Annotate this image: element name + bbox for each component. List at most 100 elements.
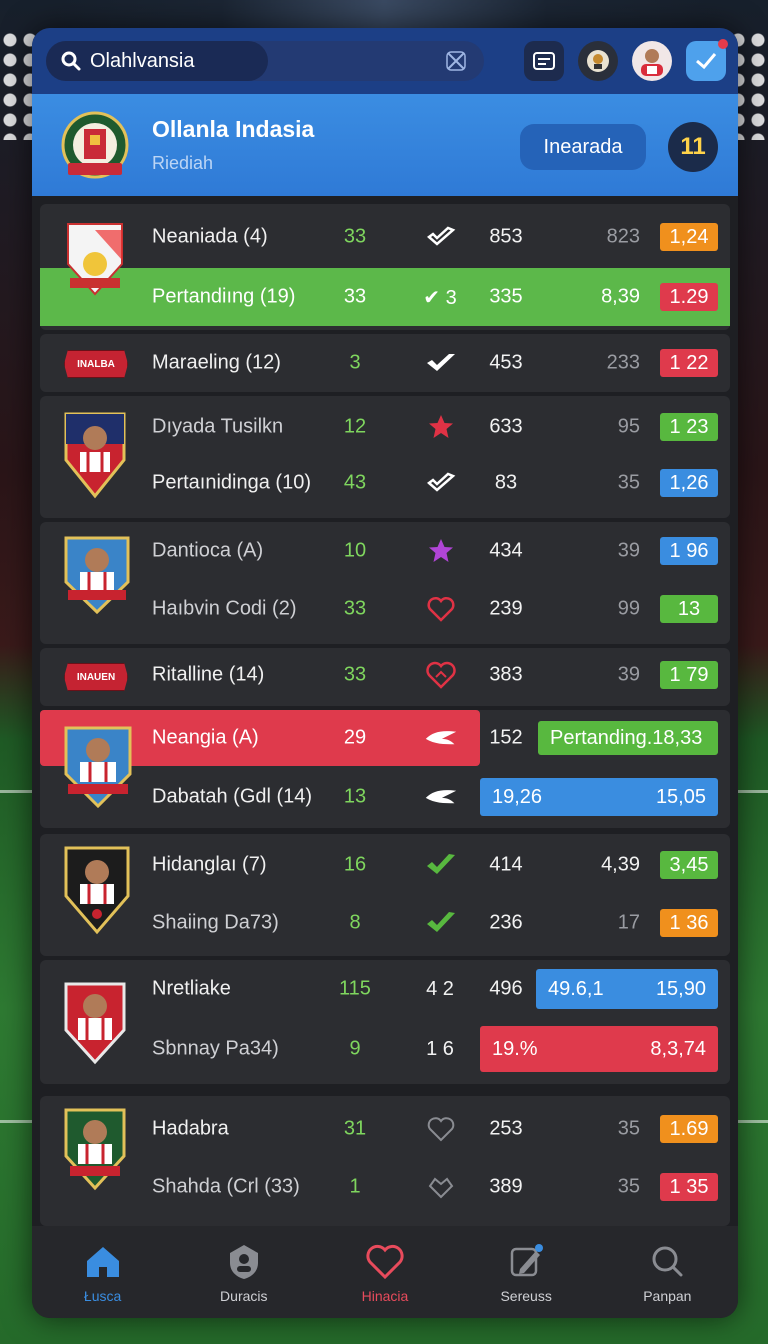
- odds-badge[interactable]: 3,45: [660, 851, 718, 879]
- team-name: Shahda (Crl (33): [152, 1175, 300, 1198]
- player-crest-icon: [64, 1108, 126, 1191]
- odds-right: 15,90: [655, 977, 706, 1000]
- table-row[interactable]: Nretliake 115 4 2 496 49.6,1 15,90: [40, 962, 730, 1016]
- value-2: 253: [489, 1117, 523, 1140]
- value-3: 35: [617, 1175, 640, 1198]
- player-crest-icon: [64, 726, 132, 809]
- table-row[interactable]: Dıyada Tusilkn 12 633 95 1 23: [40, 400, 730, 454]
- odds-badge[interactable]: 1 36: [660, 909, 718, 937]
- value-3: 4,39: [601, 853, 640, 876]
- nav-label: Panpan: [643, 1287, 692, 1304]
- value-1: 33: [343, 285, 367, 308]
- nav-item-edit[interactable]: Sereuss: [466, 1241, 586, 1304]
- heart-icon: [424, 661, 458, 689]
- odds-badge[interactable]: 13: [660, 595, 718, 623]
- nav-item-profile[interactable]: Duracis: [184, 1241, 304, 1304]
- team-banner-logo: INAUEN: [64, 663, 128, 691]
- team-name: Maraeling (12): [152, 351, 281, 374]
- value-2: 335: [489, 285, 523, 308]
- table-row[interactable]: Neaniada (4) 33 853 823 1,24: [40, 210, 730, 264]
- value-3: 39: [617, 663, 640, 686]
- search-bar[interactable]: Olahlvansia: [46, 41, 484, 81]
- team-name: Hidanglaı (7): [152, 853, 267, 876]
- search-input[interactable]: Olahlvansia: [46, 41, 268, 81]
- odds-badge[interactable]: 1,26: [660, 469, 718, 497]
- table-row[interactable]: Pertaınidinga (10) 43 83 35 1,26: [40, 456, 730, 510]
- table-row[interactable]: Dantioca (A) 10 434 39 1 96: [40, 524, 730, 578]
- player-crest-icon: [64, 412, 126, 499]
- nav-label: Łusca: [83, 1287, 122, 1304]
- odds-left: 49.6,1: [548, 977, 604, 1000]
- odds-wide-badge[interactable]: Pertanding.18,33: [538, 721, 718, 755]
- value-1: 43: [343, 471, 367, 494]
- table-row[interactable]: Hidanglaı (7) 16 414 4,39 3,45: [40, 838, 730, 892]
- value-3: 233: [606, 351, 640, 374]
- table-row[interactable]: Haıbvin Codi (2) 33 239 99 13: [40, 582, 730, 636]
- nav-label: Sereuss: [500, 1287, 552, 1304]
- avatar-icon: [641, 49, 663, 76]
- team-name: Dantioca (A): [152, 539, 264, 562]
- value-1: 29: [343, 726, 367, 749]
- value-2: 496: [489, 977, 523, 1000]
- page-title: Ollanla Indasia: [152, 116, 315, 142]
- search-icon: [61, 51, 81, 71]
- value-1: 9: [349, 1037, 361, 1060]
- top-bar: Olahlvansia: [32, 28, 738, 94]
- odds-badge[interactable]: 1 22: [660, 349, 718, 377]
- avatar[interactable]: [632, 41, 672, 81]
- odds-badge[interactable]: 1 96: [660, 537, 718, 565]
- odds-badge[interactable]: 1.29: [660, 283, 718, 311]
- confirm-button[interactable]: [686, 39, 728, 81]
- odds-left: 19,26: [492, 785, 543, 808]
- odds-wide-badge[interactable]: 19,26 15,05: [480, 778, 718, 816]
- round-badge[interactable]: 11: [668, 122, 718, 172]
- odds-wide-badge[interactable]: 19.% 8,3,74: [480, 1026, 718, 1072]
- nav-item-favorites[interactable]: Hinacia: [325, 1241, 445, 1304]
- heart-icon: [424, 1115, 458, 1143]
- mascot-button[interactable]: [578, 41, 618, 81]
- value-1: 33: [343, 225, 367, 248]
- score-text: 4 2: [426, 977, 454, 1000]
- wing-icon: [424, 783, 458, 811]
- player-crest-icon: [64, 536, 130, 615]
- value-1: 12: [343, 415, 367, 438]
- header-action-button[interactable]: Inearada: [520, 124, 646, 170]
- search-value: Olahlvansia: [90, 49, 195, 72]
- heart-icon: [424, 595, 458, 623]
- heart-icon: [424, 1173, 458, 1201]
- table-row[interactable]: Hadabra 31 253 35 1.69: [40, 1102, 730, 1156]
- value-2: 434: [489, 539, 523, 562]
- odds-badge[interactable]: 1 35: [660, 1173, 718, 1201]
- odds-right: 15,05: [655, 785, 706, 808]
- filter-button[interactable]: [524, 41, 564, 81]
- odds-badge[interactable]: 1.69: [660, 1115, 718, 1143]
- odds-badge[interactable]: 1 23: [660, 413, 718, 441]
- table-row[interactable]: Shahda (Crl (33) 1 389 35 1 35: [40, 1160, 730, 1214]
- team-name: Neangia (A): [152, 726, 259, 749]
- value-2: 414: [489, 853, 523, 876]
- odds-badge[interactable]: 1 79: [660, 661, 718, 689]
- team-banner-logo: INALBA: [64, 350, 128, 378]
- player-crest-icon: [64, 982, 126, 1065]
- table-row[interactable]: Neangia (A) 29 152 Pertanding.18,33: [40, 710, 730, 766]
- table-row[interactable]: Sbnnay Pa34) 9 1 6 19.% 8,3,74: [40, 1022, 730, 1076]
- team-name: Shaiing Da73): [152, 911, 279, 934]
- value-2: 239: [489, 597, 523, 620]
- odds-wide-badge[interactable]: 49.6,1 15,90: [536, 969, 718, 1009]
- clear-icon[interactable]: [444, 49, 468, 73]
- value-1: 33: [343, 663, 367, 686]
- table-row[interactable]: Maraeling (12) 3 453 233 1 22: [40, 336, 730, 390]
- odds-badge[interactable]: 1,24: [660, 223, 718, 251]
- table-row[interactable]: Shaiing Da73) 8 236 17 1 36: [40, 896, 730, 950]
- nav-item-search[interactable]: Panpan: [607, 1241, 727, 1304]
- table-row[interactable]: Pertandiıng (19) 33 ✔ 3 335 8,39 1.29: [40, 268, 730, 326]
- league-header: Ollanla Indasia Riediah Inearada 11: [32, 94, 738, 196]
- nav-item-home[interactable]: Łusca: [43, 1241, 163, 1304]
- value-1: 13: [343, 785, 367, 808]
- nav-label: Hinacia: [361, 1287, 409, 1304]
- notification-dot: [718, 39, 728, 49]
- table-row[interactable]: Dabatah (Gdl (14) 13 19,26 15,05: [40, 768, 730, 826]
- team-name: Sbnnay Pa34): [152, 1037, 279, 1060]
- table-row[interactable]: Ritalline (14) 33 383 39 1 79: [40, 648, 730, 702]
- team-name: Pertaınidinga (10): [152, 471, 311, 494]
